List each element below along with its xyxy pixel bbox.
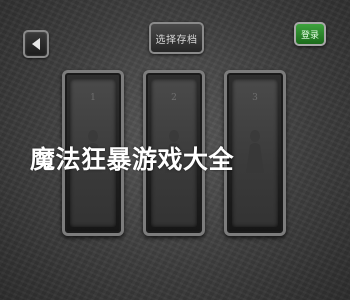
login-button-label: 登录	[300, 30, 319, 41]
back-button[interactable]	[23, 30, 49, 58]
game-screen: 选择存档 登录 1 2 3 魔法狂暴游戏大全	[0, 0, 350, 300]
save-slot-panel: 3	[232, 79, 278, 227]
page-title-plate: 选择存档	[149, 22, 204, 54]
watermark-overlay-text: 魔法狂暴游戏大全	[30, 145, 235, 174]
save-slot-number: 1	[90, 93, 96, 103]
login-button[interactable]: 登录	[294, 22, 326, 46]
save-slot-number: 3	[252, 93, 258, 103]
character-silhouette-icon	[246, 130, 264, 173]
save-slot-number: 2	[171, 93, 177, 103]
page-title: 选择存档	[155, 34, 198, 46]
left-arrow-icon	[32, 38, 40, 50]
